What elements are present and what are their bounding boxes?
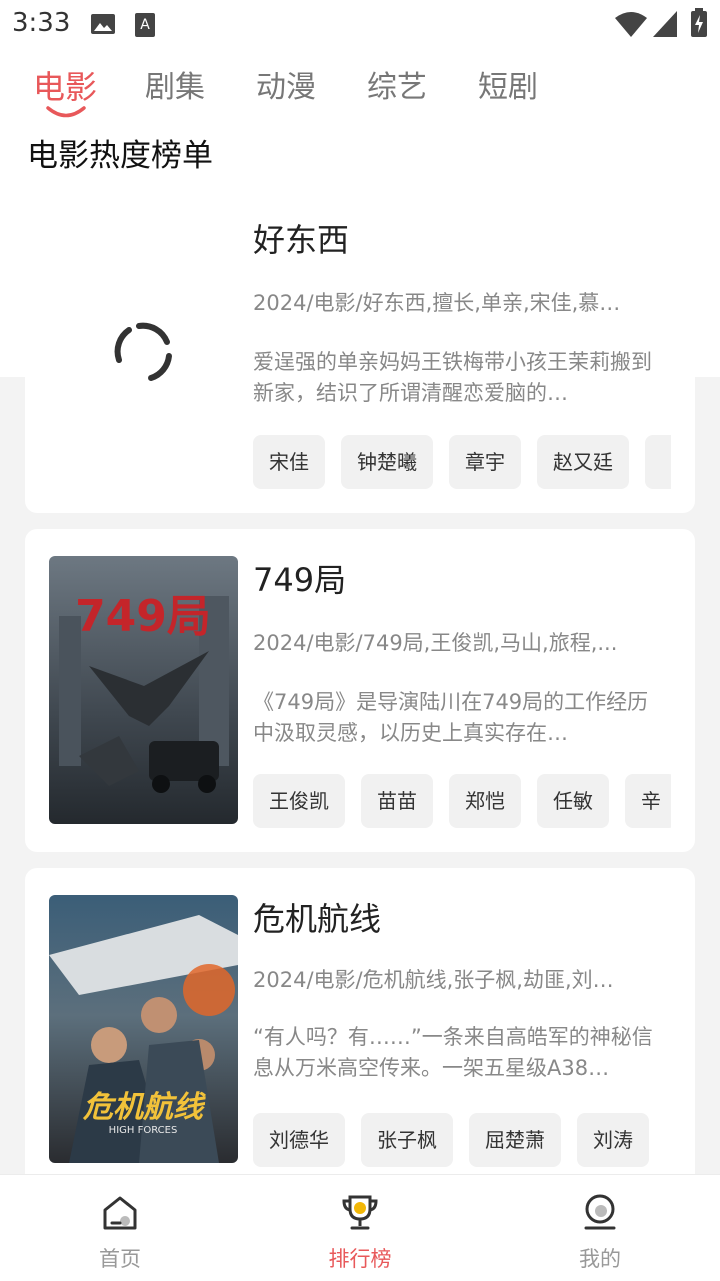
movie-card[interactable]: 好东西 2024/电影/好东西,擅长,单亲,宋佳,慕… 爱逞强的单亲妈妈王铁梅带… xyxy=(25,189,695,513)
home-icon xyxy=(103,1196,137,1230)
actor-tag[interactable]: 宋佳 xyxy=(253,435,325,489)
actor-tags: 刘德华 张子枫 屈楚萧 刘涛 xyxy=(253,1113,671,1169)
nav-label: 我的 xyxy=(579,1247,621,1271)
actor-tags: 王俊凯 苗苗 郑恺 任敏辛 xyxy=(253,774,671,830)
loading-spinner-icon xyxy=(114,322,172,381)
wifi-icon xyxy=(614,10,648,42)
gallery-notification-icon xyxy=(90,12,116,40)
movie-poster: 危机航线 HIGH FORCES xyxy=(49,895,238,1163)
actor-tag[interactable]: 钟楚曦 xyxy=(341,435,433,489)
nav-label: 首页 xyxy=(99,1247,141,1271)
nav-home[interactable]: 首页 xyxy=(0,1175,240,1281)
nav-profile[interactable]: 我的 xyxy=(480,1175,720,1281)
actor-tag[interactable]: 辛 xyxy=(625,774,671,828)
actor-tag[interactable]: 章宇 xyxy=(449,435,521,489)
font-notification-icon: A xyxy=(134,12,156,42)
poster-subtitle-text: HIGH FORCES xyxy=(109,1125,178,1136)
movie-card[interactable]: 危机航线 HIGH FORCES 危机航线 2024/电影/危机航线,张子枫,劫… xyxy=(25,868,695,1198)
movie-title: 749局 xyxy=(253,561,347,599)
movie-title: 危机航线 xyxy=(253,900,382,938)
poster-title-text: 危机航线 xyxy=(82,1090,207,1125)
actor-tag[interactable]: 张子枫 xyxy=(361,1113,453,1167)
movie-meta: 2024/电影/危机航线,张子枫,劫匪,刘… xyxy=(253,968,614,992)
movie-meta: 2024/电影/好东西,擅长,单亲,宋佳,慕… xyxy=(253,291,621,315)
poster-loading xyxy=(49,216,238,484)
movie-description: “有人吗？有……”一条来自高皓军的神秘信息从万米高空传来。一架五星级A38… xyxy=(253,1025,653,1080)
tab-movie[interactable]: 电影 xyxy=(33,62,97,108)
status-bar: 3:33 A xyxy=(0,0,720,50)
tab-variety[interactable]: 综艺 xyxy=(367,62,427,106)
poster-title-text: 749局 xyxy=(75,591,211,642)
signal-icon xyxy=(652,10,678,42)
section-title: 电影热度榜单 xyxy=(27,138,213,174)
actor-tag[interactable]: 苗苗 xyxy=(361,774,433,828)
actor-tag[interactable]: 刘德华 xyxy=(253,1113,345,1167)
profile-icon xyxy=(584,1194,616,1230)
actor-tag[interactable]: 郑恺 xyxy=(449,774,521,828)
actor-tag[interactable]: 王俊凯 xyxy=(253,774,345,828)
actor-tags: 宋佳 钟楚曦 章宇 赵又廷 xyxy=(253,435,671,491)
nav-ranking[interactable]: 排行榜 xyxy=(240,1175,480,1281)
bottom-nav: 首页 排行榜 我的 xyxy=(0,1174,720,1281)
movie-meta: 2024/电影/749局,王俊凯,马山,旅程,... xyxy=(253,631,618,655)
movie-card[interactable]: 749局 749局 2024/电影/749局,王俊凯,马山,旅程,... 《74… xyxy=(25,529,695,852)
actor-tag[interactable]: 赵又廷 xyxy=(537,435,629,489)
movie-poster: 749局 xyxy=(49,556,238,824)
active-tab-indicator xyxy=(46,106,86,118)
actor-tag[interactable]: 刘涛 xyxy=(577,1113,649,1167)
movie-description: 《749局》是导演陆川在749局的工作经历中汲取灵感，以历史上真实存在… xyxy=(253,690,649,745)
actor-tag[interactable] xyxy=(645,435,671,489)
movie-title: 好东西 xyxy=(253,221,350,259)
tab-short-drama[interactable]: 短剧 xyxy=(478,62,538,106)
actor-tag[interactable]: 任敏 xyxy=(537,774,609,828)
tab-series[interactable]: 剧集 xyxy=(145,62,205,106)
svg-text:A: A xyxy=(140,17,150,33)
category-tabs: 电影 剧集 动漫 综艺 短剧 xyxy=(0,62,720,122)
actor-tag[interactable]: 屈楚萧 xyxy=(469,1113,561,1167)
status-time: 3:33 xyxy=(12,8,71,38)
tab-anime[interactable]: 动漫 xyxy=(256,62,316,106)
movie-description: 爱逞强的单亲妈妈王铁梅带小孩王茉莉搬到新家，结识了所谓清醒恋爱脑的… xyxy=(253,350,652,405)
nav-label: 排行榜 xyxy=(328,1247,392,1271)
battery-charging-icon xyxy=(690,8,708,42)
trophy-icon xyxy=(342,1195,378,1230)
